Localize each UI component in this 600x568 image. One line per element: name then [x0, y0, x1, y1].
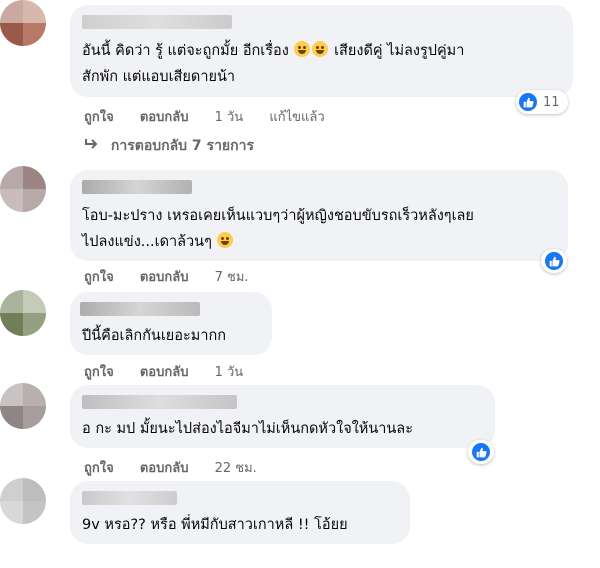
reply-arrow-icon: [84, 138, 98, 154]
reaction-count[interactable]: [468, 440, 494, 464]
reaction-count[interactable]: 11: [516, 90, 568, 114]
like-link[interactable]: ถูกใจ: [84, 110, 114, 125]
comment-bubble: โอบ-มะปราง เหรอเคยเห็นแวบๆว่าผู้หญิงชอบข…: [70, 170, 568, 261]
laughing-emoji-icon: [312, 41, 329, 57]
avatar[interactable]: [0, 166, 46, 212]
edited-label: แก้ไขแล้ว: [269, 110, 325, 125]
comment-actions: ถูกใจ ตอบกลับ 7 ชม.: [84, 266, 271, 287]
comment-text-line: เสียงดีคู่ ไม่ลงรูปคู่มา: [334, 43, 465, 59]
comment-bubble: ปีนี้คือเลิกกันเยอะมากก: [70, 292, 272, 355]
commenter-name-redacted[interactable]: [82, 395, 237, 409]
commenter-name-redacted[interactable]: [82, 491, 177, 505]
rofl-emoji-icon: [217, 232, 234, 248]
replies-label: การตอบกลับ 7 รายการ: [110, 138, 254, 154]
timestamp[interactable]: 1 วัน: [215, 110, 244, 125]
reply-link[interactable]: ตอบกลับ: [140, 270, 189, 285]
comment-actions: ถูกใจ ตอบกลับ 1 วัน: [84, 361, 265, 382]
like-link[interactable]: ถูกใจ: [84, 365, 114, 380]
comment-text-line: โอบ-มะปราง เหรอเคยเห็นแวบๆว่าผู้หญิงชอบข…: [82, 208, 474, 224]
comment-actions: ถูกใจ ตอบกลับ 1 วัน แก้ไขแล้ว: [84, 106, 347, 127]
like-link[interactable]: ถูกใจ: [84, 461, 114, 476]
avatar[interactable]: [0, 383, 46, 429]
avatar[interactable]: [0, 0, 46, 46]
comment-text: ไปลงแข่ง...เดาล้วนๆ: [82, 230, 234, 254]
timestamp[interactable]: 1 วัน: [215, 365, 244, 380]
comment-actions: ถูกใจ ตอบกลับ 22 ชม.: [84, 457, 279, 478]
comment-text-line: ไปลงแข่ง...เดาล้วนๆ: [82, 234, 212, 250]
avatar[interactable]: [0, 478, 46, 524]
comment-text: อันนี้ คิดว่า รู้ แต่จะถูกมั้ย อีกเรื่อง…: [82, 39, 464, 63]
like-link[interactable]: ถูกใจ: [84, 270, 114, 285]
view-replies-link[interactable]: การตอบกลับ 7 รายการ: [84, 135, 254, 157]
commenter-name-redacted[interactable]: [82, 15, 232, 29]
comment-text-line: 9v หรอ?? หรือ พี่หมีกับสาวเกาหลี !! โอ้ย…: [82, 517, 348, 533]
reaction-count[interactable]: [541, 249, 567, 273]
comment-text-line: อันนี้ คิดว่า รู้ แต่จะถูกมั้ย อีกเรื่อง: [82, 43, 289, 59]
like-thumb-icon: [545, 252, 563, 270]
like-thumb-icon: [472, 443, 490, 461]
like-thumb-icon: [519, 93, 537, 111]
reply-link[interactable]: ตอบกลับ: [140, 365, 189, 380]
commenter-name-redacted[interactable]: [82, 180, 192, 194]
reaction-count-value: 11: [543, 94, 560, 110]
laughing-emoji-icon: [294, 41, 311, 57]
comment-text-line: ปีนี้คือเลิกกันเยอะมากก: [82, 328, 227, 344]
timestamp[interactable]: 22 ชม.: [215, 461, 257, 476]
comment-text-line: อ กะ มป มั้ยนะไปส่องไอจีมาไม่เห็นกดหัวใจ…: [82, 421, 413, 437]
comment-text-line: สักพัก แต่แอบเสียดายน้า: [82, 69, 236, 85]
comment-bubble: อันนี้ คิดว่า รู้ แต่จะถูกมั้ย อีกเรื่อง…: [70, 5, 573, 97]
reply-link[interactable]: ตอบกลับ: [140, 110, 189, 125]
avatar[interactable]: [0, 290, 46, 336]
comment-bubble: อ กะ มป มั้ยนะไปส่องไอจีมาไม่เห็นกดหัวใจ…: [70, 385, 495, 448]
reply-link[interactable]: ตอบกลับ: [140, 461, 189, 476]
commenter-name-redacted[interactable]: [80, 302, 200, 316]
comment-bubble: 9v หรอ?? หรือ พี่หมีกับสาวเกาหลี !! โอ้ย…: [70, 481, 410, 544]
timestamp[interactable]: 7 ชม.: [215, 270, 249, 285]
